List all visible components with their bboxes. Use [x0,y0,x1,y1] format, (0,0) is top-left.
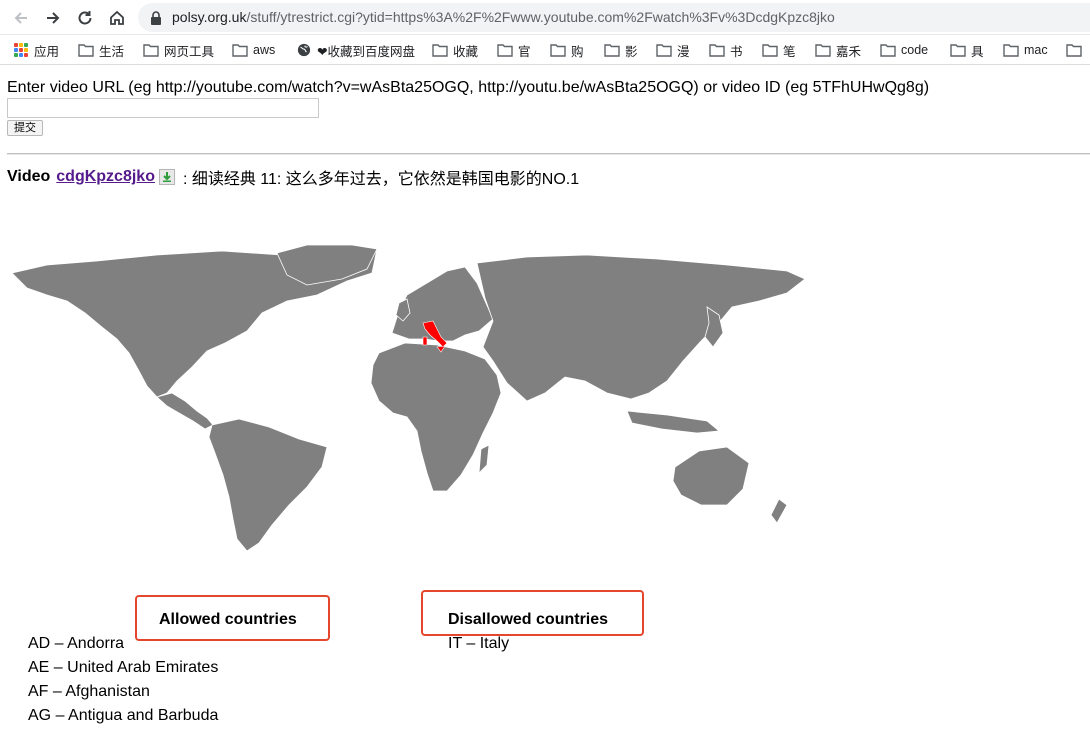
forward-button[interactable] [40,5,66,31]
bookmark-folder[interactable]: 影 [604,41,638,59]
video-url-input[interactable] [7,98,319,118]
bookmark-label: 应用 [34,44,60,59]
map-south-america [208,418,328,552]
browser-toolbar: polsy.org.uk/stuff/ytrestrict.cgi?ytid=h… [0,0,1090,35]
address-bar[interactable]: polsy.org.uk/stuff/ytrestrict.cgi?ytid=h… [138,3,1090,32]
map-sardinia-highlight [422,336,428,346]
disallowed-countries-title: Disallowed countries [448,611,609,628]
map-new-zealand [770,498,788,524]
folder-icon [432,44,448,57]
bookmark-folder[interactable]: code [880,41,928,59]
bookmark-label: ❤收藏到百度网盘 [317,44,415,59]
divider [7,153,1090,155]
video-label: Video [7,168,51,185]
arrow-left-icon [14,12,27,24]
bookmarks-bar: 应用 生活 网页工具 aws ❤收藏到百度网盘 收藏 官 购 影 漫 书 笔 嘉… [0,35,1090,65]
allowed-country-item: AF – Afghanistan [28,683,150,700]
bookmark-folder[interactable]: 嘉禾 [815,41,861,59]
allowed-country-item: AE – United Arab Emirates [28,659,219,676]
bookmark-label: 书 [730,44,743,59]
bookmark-apps[interactable]: 应用 [14,41,59,59]
bookmark-label: 具 [971,44,984,59]
bookmark-folder[interactable]: 收藏 [432,41,478,59]
folder-icon [709,44,725,57]
reload-button[interactable] [72,5,98,31]
bookmark-folder[interactable]: 具 [950,41,984,59]
map-southeast-asia [626,410,720,434]
video-title: : 细读经典 11: 这么多年过去，它依然是韩国电影的NO.1 [182,171,580,188]
video-info: Video cdgKpzc8jko : 细读经典 11: 这么多年过去，它依然是… [7,165,579,189]
folder-icon [550,44,566,57]
submit-button[interactable]: 提交 [7,120,43,136]
world-map [11,244,806,552]
bookmark-folder[interactable]: 购 [550,41,584,59]
bookmark-label: 官 [518,44,531,59]
bookmark-folder[interactable]: 漫 [656,41,690,59]
home-icon [110,10,124,25]
bookmark-folder[interactable]: 官 [497,41,531,59]
arrow-right-icon [47,12,60,24]
bookmark-baidu[interactable]: ❤收藏到百度网盘 [296,41,415,59]
folder-icon [656,44,672,57]
folder-icon [232,44,248,57]
bookmark-label: 收藏 [453,44,479,59]
bookmark-label: 嘉禾 [836,44,862,59]
bookmark-label: 漫 [677,44,690,59]
bookmark-label: 影 [625,44,638,59]
allowed-country-item: AD – Andorra [28,635,125,652]
map-australia [672,446,750,506]
bookmark-label: 购 [571,44,584,59]
folder-icon [78,44,94,57]
folder-icon [762,44,778,57]
apps-grid-icon [14,43,28,57]
bookmark-label: 网页工具 [164,44,215,59]
download-icon[interactable] [158,169,175,185]
folder-icon [1066,44,1082,57]
bookmark-folder[interactable]: aws [232,41,275,59]
folder-icon [815,44,831,57]
globe-icon [297,43,311,57]
allowed-countries-title: Allowed countries [159,611,297,628]
folder-icon [143,44,159,57]
home-button[interactable] [104,5,130,31]
folder-icon [497,44,513,57]
allowed-country-item: AG – Antigua and Barbuda [28,707,219,724]
bookmark-folder[interactable]: 生活 [78,41,124,59]
bookmark-label: 笔 [783,44,796,59]
map-asia [476,254,806,402]
bookmark-label: code [901,43,929,57]
url-host: polsy.org.uk [172,9,247,25]
folder-icon [880,44,896,57]
bookmark-folder[interactable]: 书 [709,41,743,59]
map-madagascar [478,444,490,475]
bookmark-label: mac [1024,43,1048,57]
bookmark-folder[interactable]: 笔 [762,41,796,59]
url-text: polsy.org.uk/stuff/ytrestrict.cgi?ytid=h… [172,9,835,25]
video-url-prompt: Enter video URL (eg http://youtube.com/w… [7,79,930,96]
bookmark-label: aws [253,43,276,57]
bookmark-folder[interactable] [1066,41,1087,59]
reload-icon [78,11,92,25]
folder-icon [1003,44,1019,57]
bookmark-label: 生活 [99,44,125,59]
map-central-america [156,392,214,430]
video-id-link[interactable]: cdgKpzc8jko [56,168,155,186]
bookmark-folder[interactable]: 网页工具 [143,41,214,59]
back-button[interactable] [8,5,34,31]
folder-icon [604,44,620,57]
url-path: /stuff/ytrestrict.cgi?ytid=https%3A%2F%2… [246,9,835,25]
folder-icon [950,44,966,57]
disallowed-country-item: IT – Italy [448,635,510,652]
lock-icon [151,11,161,25]
bookmark-folder[interactable]: mac [1003,41,1048,59]
